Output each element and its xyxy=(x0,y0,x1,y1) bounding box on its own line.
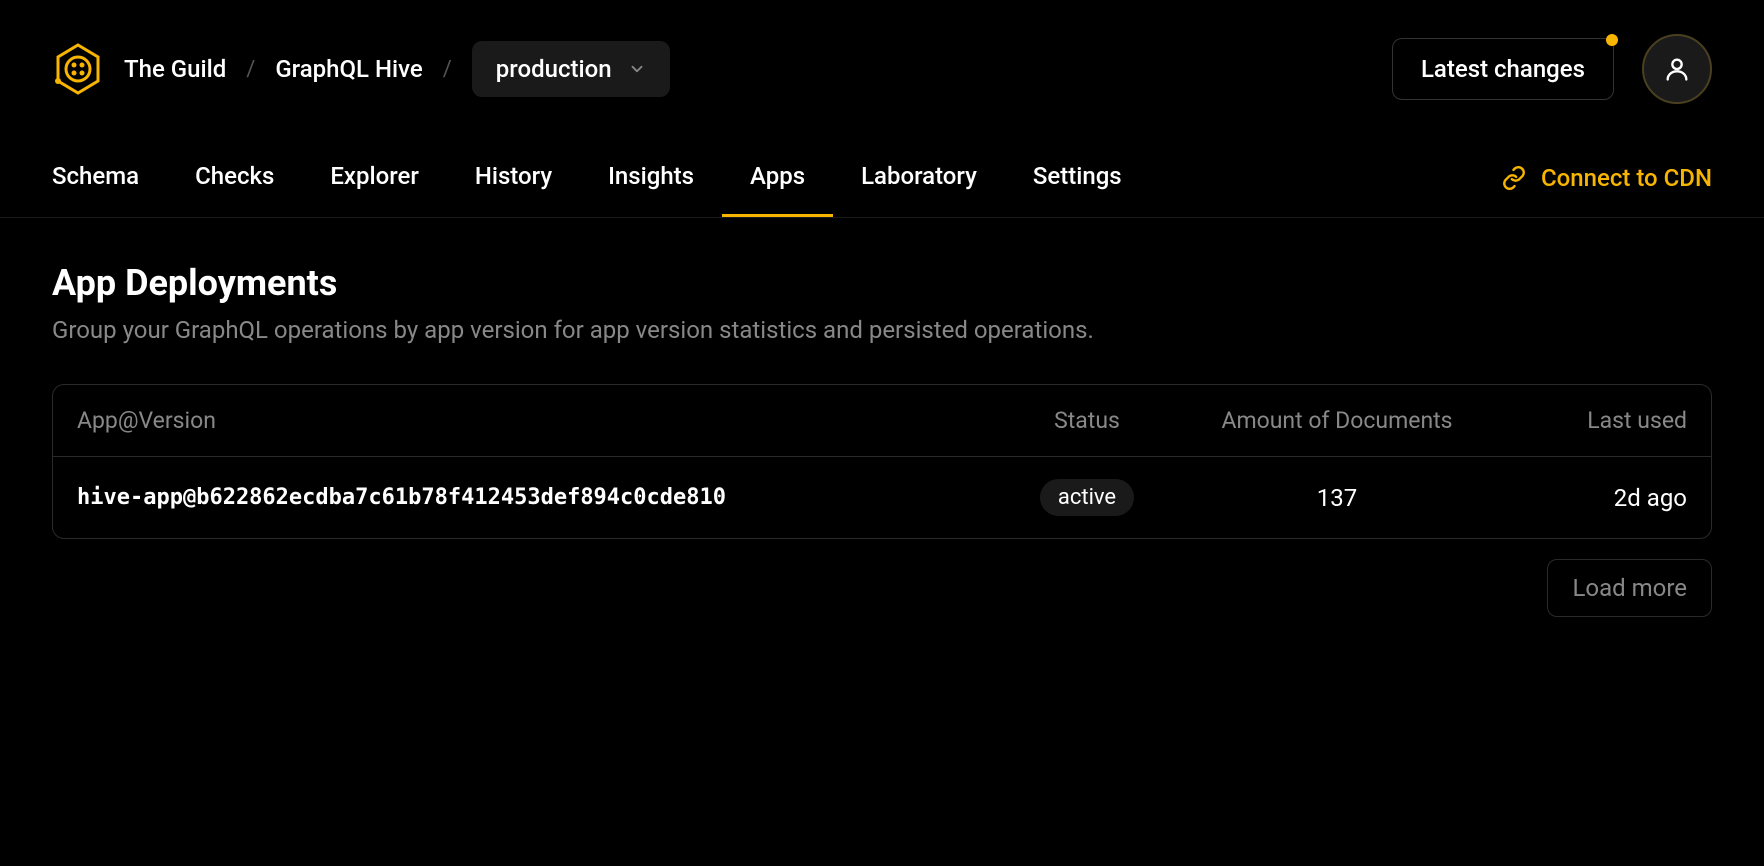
user-icon xyxy=(1663,55,1691,83)
th-docs: Amount of Documents xyxy=(1187,407,1487,434)
latest-changes-label: Latest changes xyxy=(1421,55,1585,83)
tab-checks[interactable]: Checks xyxy=(167,138,302,217)
tab-history[interactable]: History xyxy=(447,138,580,217)
page-subtitle: Group your GraphQL operations by app ver… xyxy=(52,316,1712,344)
header-left: The Guild / GraphQL Hive / production xyxy=(52,41,670,97)
header-right: Latest changes xyxy=(1392,34,1712,104)
environment-dropdown[interactable]: production xyxy=(472,41,670,97)
tab-settings[interactable]: Settings xyxy=(1005,138,1150,217)
notification-dot-icon xyxy=(1606,34,1618,46)
table-row[interactable]: hive-app@b622862ecdba7c61b78f412453def89… xyxy=(53,457,1711,538)
page-title: App Deployments xyxy=(52,262,1712,304)
breadcrumb-project[interactable]: GraphQL Hive xyxy=(275,55,422,83)
logo[interactable] xyxy=(52,43,104,95)
breadcrumb-sep: / xyxy=(246,57,255,82)
th-last-used: Last used xyxy=(1487,407,1687,434)
deployments-table: App@Version Status Amount of Documents L… xyxy=(52,384,1712,539)
tab-schema[interactable]: Schema xyxy=(24,138,167,217)
table-footer: Load more xyxy=(52,559,1712,617)
th-app-version: App@Version xyxy=(77,407,987,434)
latest-changes-button[interactable]: Latest changes xyxy=(1392,38,1614,100)
link-icon xyxy=(1501,165,1527,191)
breadcrumb-sep: / xyxy=(443,57,452,82)
cell-docs: 137 xyxy=(1187,484,1487,512)
status-badge: active xyxy=(1040,479,1134,516)
tab-apps[interactable]: Apps xyxy=(722,138,833,217)
content: App Deployments Group your GraphQL opera… xyxy=(0,218,1764,661)
load-more-button[interactable]: Load more xyxy=(1547,559,1712,617)
connect-cdn-label: Connect to CDN xyxy=(1541,164,1712,192)
connect-to-cdn-button[interactable]: Connect to CDN xyxy=(1501,164,1712,192)
tab-insights[interactable]: Insights xyxy=(580,138,722,217)
tab-laboratory[interactable]: Laboratory xyxy=(833,138,1005,217)
tab-explorer[interactable]: Explorer xyxy=(302,138,446,217)
chevron-down-icon xyxy=(628,60,646,78)
avatar[interactable] xyxy=(1642,34,1712,104)
th-status: Status xyxy=(987,407,1187,434)
breadcrumb: The Guild / GraphQL Hive / production xyxy=(124,41,670,97)
breadcrumb-org[interactable]: The Guild xyxy=(124,55,226,83)
nav-tabs: Schema Checks Explorer History Insights … xyxy=(0,138,1764,218)
cell-app-version: hive-app@b622862ecdba7c61b78f412453def89… xyxy=(77,485,987,510)
header: The Guild / GraphQL Hive / production La… xyxy=(0,0,1764,138)
table-header: App@Version Status Amount of Documents L… xyxy=(53,385,1711,457)
hive-logo-icon xyxy=(52,43,104,95)
environment-selected: production xyxy=(496,55,612,83)
cell-last-used: 2d ago xyxy=(1487,484,1687,512)
tabs-left: Schema Checks Explorer History Insights … xyxy=(52,138,1122,217)
cell-status: active xyxy=(987,479,1187,516)
